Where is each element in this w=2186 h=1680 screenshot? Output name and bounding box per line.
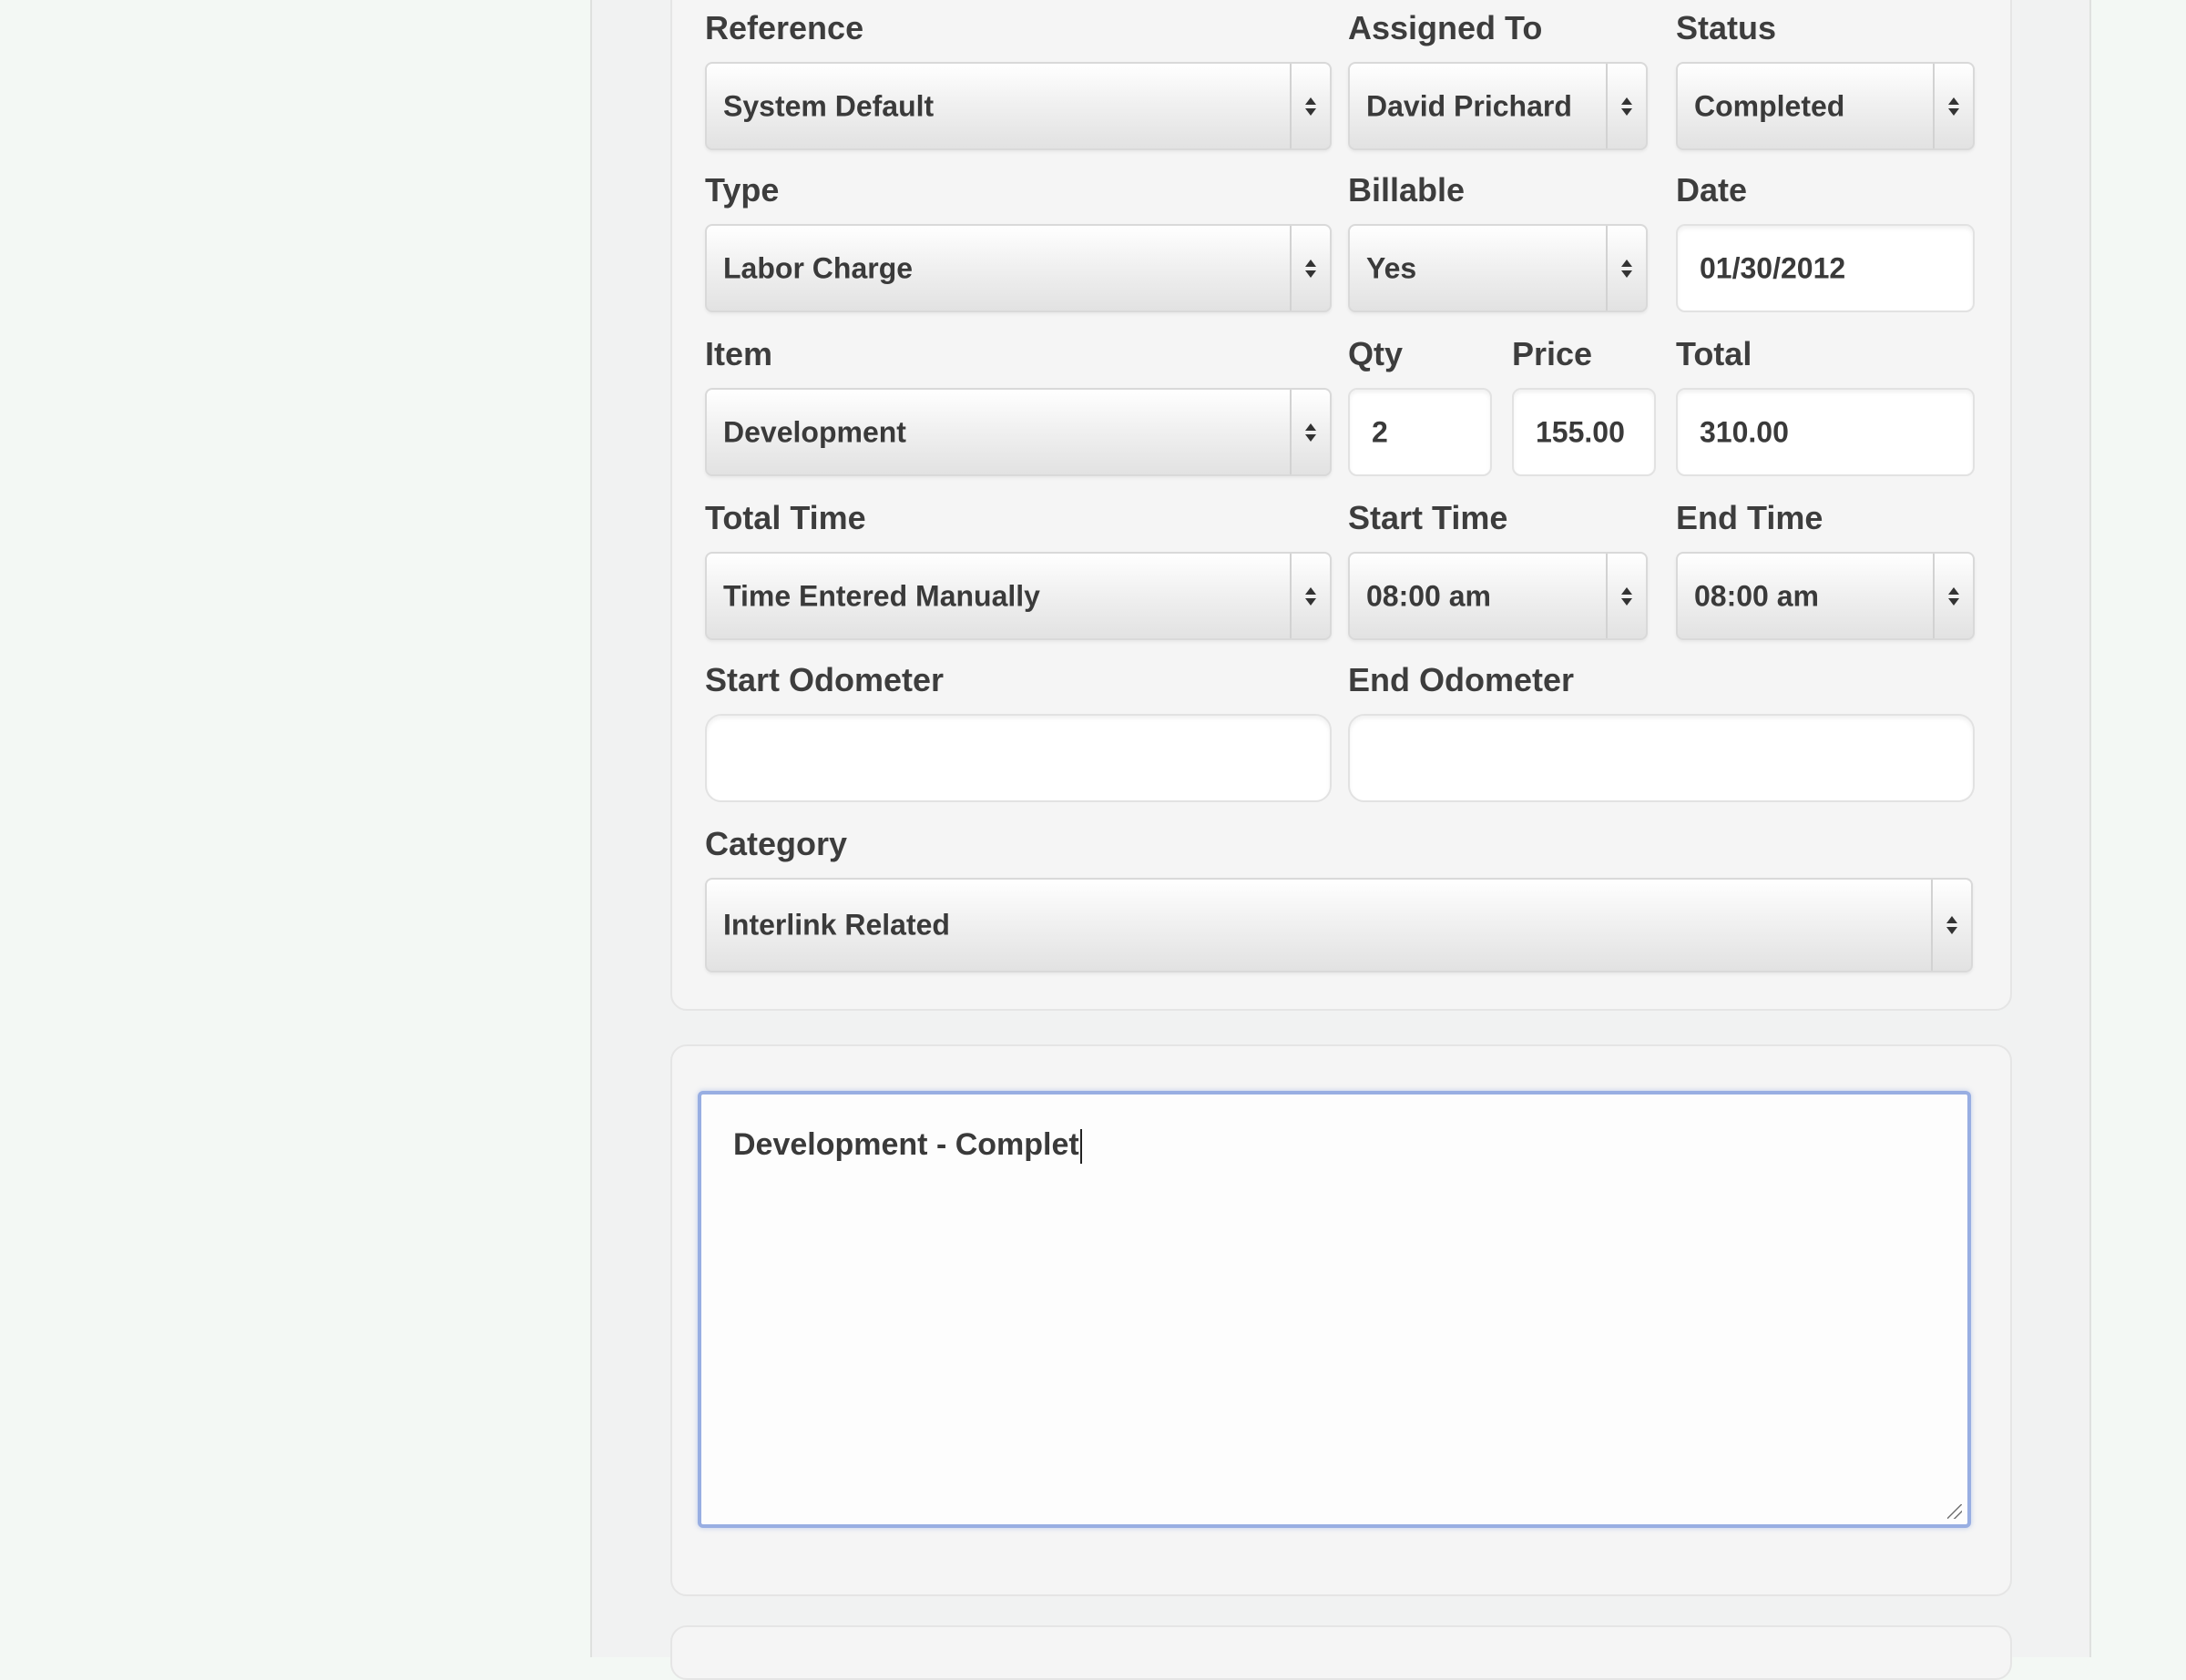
- select-arrows-icon: [1606, 554, 1646, 638]
- select-arrows-icon: [1290, 226, 1330, 311]
- item-select[interactable]: Development: [705, 388, 1332, 476]
- select-arrows-icon: [1290, 64, 1330, 148]
- end-time-value: 08:00 am: [1694, 579, 1819, 612]
- start-odometer-input[interactable]: [705, 714, 1332, 802]
- date-value: 01/30/2012: [1700, 251, 1846, 284]
- billable-label: Billable: [1348, 171, 1466, 209]
- category-value: Interlink Related: [723, 908, 950, 942]
- notes-textarea[interactable]: Development - Complet: [698, 1091, 1971, 1528]
- reference-label: Reference: [705, 9, 864, 46]
- total-time-value: Time Entered Manually: [723, 579, 1040, 612]
- date-input[interactable]: 01/30/2012: [1676, 224, 1975, 312]
- item-value: Development: [723, 415, 906, 448]
- select-arrows-icon: [1606, 64, 1646, 148]
- status-value: Completed: [1694, 89, 1845, 122]
- select-arrows-icon: [1290, 554, 1330, 638]
- type-select[interactable]: Labor Charge: [705, 224, 1332, 312]
- select-arrows-icon: [1931, 880, 1971, 971]
- qty-value: 2: [1372, 415, 1388, 448]
- date-label: Date: [1676, 171, 1748, 209]
- assigned-to-select[interactable]: David Prichard: [1348, 62, 1648, 150]
- total-time-label: Total Time: [705, 499, 866, 536]
- price-value: 155.00: [1536, 415, 1625, 448]
- reference-value: System Default: [723, 89, 935, 122]
- billable-select[interactable]: Yes: [1348, 224, 1648, 312]
- assigned-to-value: David Prichard: [1366, 89, 1572, 122]
- end-time-select[interactable]: 08:00 am: [1676, 552, 1975, 640]
- type-value: Labor Charge: [723, 251, 914, 284]
- next-section: [670, 1625, 2012, 1680]
- text-cursor: [1079, 1129, 1082, 1165]
- status-label: Status: [1676, 9, 1777, 46]
- end-odometer-input[interactable]: [1348, 714, 1975, 802]
- qty-label: Qty: [1348, 335, 1404, 372]
- start-odometer-label: Start Odometer: [705, 661, 945, 698]
- category-select[interactable]: Interlink Related: [705, 878, 1973, 972]
- billable-value: Yes: [1366, 251, 1417, 284]
- price-label: Price: [1512, 335, 1593, 372]
- price-input[interactable]: 155.00: [1512, 388, 1656, 476]
- total-input[interactable]: 310.00: [1676, 388, 1975, 476]
- item-label: Item: [705, 335, 773, 372]
- notes-text: Development - Complet: [733, 1127, 1082, 1165]
- start-time-label: Start Time: [1348, 499, 1508, 536]
- status-select[interactable]: Completed: [1676, 62, 1975, 150]
- total-time-select[interactable]: Time Entered Manually: [705, 552, 1332, 640]
- select-arrows-icon: [1933, 64, 1973, 148]
- resize-handle-icon[interactable]: [1947, 1504, 1962, 1519]
- select-arrows-icon: [1933, 554, 1973, 638]
- start-time-select[interactable]: 08:00 am: [1348, 552, 1648, 640]
- type-label: Type: [705, 171, 780, 209]
- start-time-value: 08:00 am: [1366, 579, 1491, 612]
- select-arrows-icon: [1290, 390, 1330, 474]
- select-arrows-icon: [1606, 226, 1646, 311]
- total-label: Total: [1676, 335, 1752, 372]
- end-time-label: End Time: [1676, 499, 1823, 536]
- total-value: 310.00: [1700, 415, 1789, 448]
- end-odometer-label: End Odometer: [1348, 661, 1575, 698]
- reference-select[interactable]: System Default: [705, 62, 1332, 150]
- qty-input[interactable]: 2: [1348, 388, 1492, 476]
- assigned-to-label: Assigned To: [1348, 9, 1543, 46]
- category-label: Category: [705, 825, 848, 862]
